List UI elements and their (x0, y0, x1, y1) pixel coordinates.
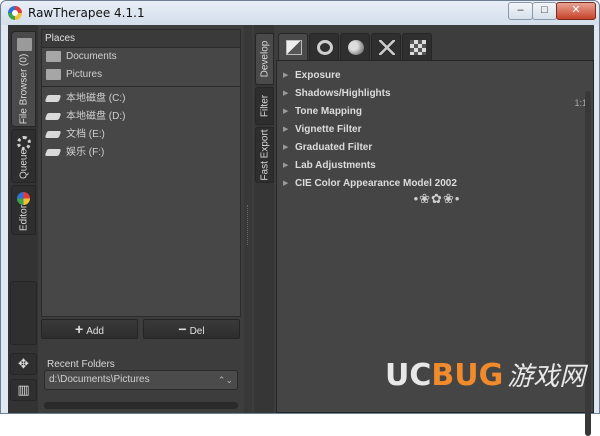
tool-exposure[interactable]: ▶ Exposure (277, 67, 593, 85)
tool-tab-rail: Develop Filter Fast Export (254, 25, 274, 413)
drive-icon (44, 95, 62, 102)
tab-filter[interactable]: Filter (255, 87, 274, 125)
places-divider (42, 84, 240, 87)
tool-graduated-filter[interactable]: ▶ Graduated Filter (277, 139, 593, 157)
tab-transform-tools[interactable] (371, 33, 401, 60)
folder-icon (46, 69, 61, 80)
place-item-label: Documents (66, 51, 117, 62)
color-icon (348, 40, 364, 55)
tab-color-tools[interactable] (340, 33, 370, 60)
transform-icon (379, 40, 395, 55)
expand-arrow-icon: ▶ (283, 90, 289, 97)
recent-folders-select[interactable]: d:\Documents\Pictures ⌃⌄ (44, 370, 238, 390)
window-title: RawTherapee 4.1.1 (28, 6, 145, 20)
plus-icon: + (75, 321, 84, 337)
tab-fast-export[interactable]: Fast Export (255, 127, 274, 183)
expand-arrow-icon: ▶ (283, 126, 289, 133)
app-window: RawTherapee 4.1.1 – □ ✕ File Browser (0)… (0, 0, 600, 436)
tool-label: Exposure (295, 70, 341, 81)
tab-queue-label: Queue (18, 148, 29, 180)
drive-item-c[interactable]: 本地磁盘 (C:) (42, 90, 240, 108)
gear-icon (17, 136, 31, 150)
filmstrip-icon[interactable]: ▥ (10, 379, 37, 401)
watermark-bug: BUG (431, 358, 504, 393)
main-area: File Browser (0) Queue Editor ✥ ▥ Places… (8, 25, 594, 436)
expand-arrow-icon: ▶ (283, 72, 289, 79)
tool-label: Shadows/Highlights (295, 88, 391, 99)
tool-label: Tone Mapping (295, 106, 363, 117)
tab-queue[interactable]: Queue (11, 129, 36, 183)
color-wheel-icon (17, 192, 30, 205)
rail-empty-slot (10, 281, 37, 345)
close-button[interactable]: ✕ (556, 2, 596, 20)
exposure-icon (286, 40, 302, 55)
select-arrows-icon: ⌃⌄ (217, 375, 233, 385)
drive-item-f[interactable]: 娱乐 (F:) (42, 144, 240, 162)
tab-filter-label: Filter (259, 94, 270, 118)
folder-icon (46, 51, 61, 62)
detail-icon (317, 40, 333, 55)
rawtherapee-logo-icon (8, 6, 22, 20)
del-button[interactable]: − Del (143, 319, 240, 339)
expand-arrow-icon: ▶ (283, 144, 289, 151)
tool-label: Vignette Filter (295, 124, 362, 135)
expand-arrow-icon: ▶ (283, 108, 289, 115)
watermark-uc: UC (385, 358, 432, 393)
drive-icon (44, 149, 62, 156)
panel-splitter[interactable] (244, 25, 252, 413)
places-header: Places (42, 30, 240, 48)
maximize-button[interactable]: □ (532, 2, 557, 20)
tab-raw-tools[interactable] (402, 33, 432, 60)
tab-file-browser-label: File Browser (0) (18, 53, 29, 125)
drive-item-label: 本地磁盘 (C:) (66, 93, 126, 104)
drive-item-label: 文档 (E:) (66, 129, 105, 140)
tool-lab-adjustments[interactable]: ▶ Lab Adjustments (277, 157, 593, 175)
title-bar[interactable]: RawTherapee 4.1.1 – □ ✕ (1, 1, 599, 25)
expand-arrow-icon: ▶ (283, 162, 289, 169)
minimize-button[interactable]: – (508, 2, 533, 20)
places-list: Places Documents Pictures 本地磁盘 (C:) 本地磁盘… (41, 29, 241, 317)
tab-file-browser[interactable]: File Browser (0) (11, 31, 36, 127)
left-tab-rail: File Browser (0) Queue Editor ✥ ▥ (8, 25, 38, 413)
place-item-pictures[interactable]: Pictures (42, 66, 240, 84)
tab-develop[interactable]: Develop (255, 33, 274, 85)
drive-icon (44, 113, 62, 120)
tool-label: Lab Adjustments (295, 160, 376, 171)
move-icon[interactable]: ✥ (10, 353, 37, 375)
tool-tone-mapping[interactable]: ▶ Tone Mapping (277, 103, 593, 121)
place-item-documents[interactable]: Documents (42, 48, 240, 66)
recent-folders-label: Recent Folders (47, 359, 115, 370)
tab-detail-tools[interactable] (309, 33, 339, 60)
tab-editor[interactable]: Editor (11, 185, 36, 235)
vertical-scrollbar[interactable] (585, 91, 591, 436)
drive-item-d[interactable]: 本地磁盘 (D:) (42, 108, 240, 126)
file-browser-panel: Places Documents Pictures 本地磁盘 (C:) 本地磁盘… (41, 29, 241, 409)
drive-icon (44, 131, 62, 138)
del-button-label: Del (189, 326, 205, 337)
panel-end-ornament: •❀✿❀• (413, 191, 461, 206)
tool-shadows-highlights[interactable]: ▶ Shadows/Highlights (277, 85, 593, 103)
folder-icon (17, 38, 32, 51)
watermark-logo: UCBUG 游戏网 (385, 356, 585, 396)
horizontal-scrollbar[interactable] (44, 402, 238, 409)
raw-icon (410, 40, 426, 55)
recent-folders-value: d:\Documents\Pictures (49, 374, 150, 385)
tool-label: Graduated Filter (295, 142, 373, 153)
tab-develop-label: Develop (259, 40, 270, 78)
tab-fast-export-label: Fast Export (259, 129, 270, 181)
tab-exposure-tools[interactable] (278, 33, 308, 60)
tool-vignette-filter[interactable]: ▶ Vignette Filter (277, 121, 593, 139)
tab-editor-label: Editor (18, 204, 29, 232)
place-item-label: Pictures (66, 69, 103, 80)
drive-item-label: 本地磁盘 (D:) (66, 111, 126, 122)
add-button-label: Add (86, 326, 104, 337)
add-button[interactable]: + Add (41, 319, 138, 339)
tool-label: CIE Color Appearance Model 2002 (295, 178, 457, 189)
minus-icon: − (178, 321, 187, 337)
drive-item-label: 娱乐 (F:) (66, 147, 105, 158)
drive-item-e[interactable]: 文档 (E:) (42, 126, 240, 144)
watermark-cn: 游戏网 (507, 362, 586, 392)
expand-arrow-icon: ▶ (283, 180, 289, 187)
